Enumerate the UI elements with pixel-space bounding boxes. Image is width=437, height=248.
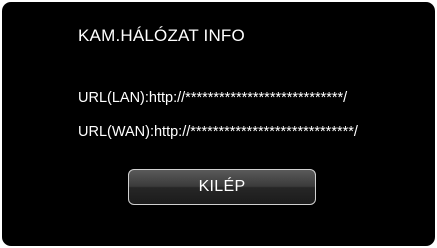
url-lan-text: URL(LAN):http://************************… xyxy=(78,90,348,106)
camera-screen: KAM.HÁLÓZAT INFO URL(LAN):http://*******… xyxy=(2,2,435,246)
url-wan-text: URL(WAN):http://************************… xyxy=(78,124,358,140)
exit-button[interactable]: KILÉP xyxy=(128,169,316,205)
screen-title: KAM.HÁLÓZAT INFO xyxy=(78,26,245,45)
exit-button-label: KILÉP xyxy=(198,178,246,195)
